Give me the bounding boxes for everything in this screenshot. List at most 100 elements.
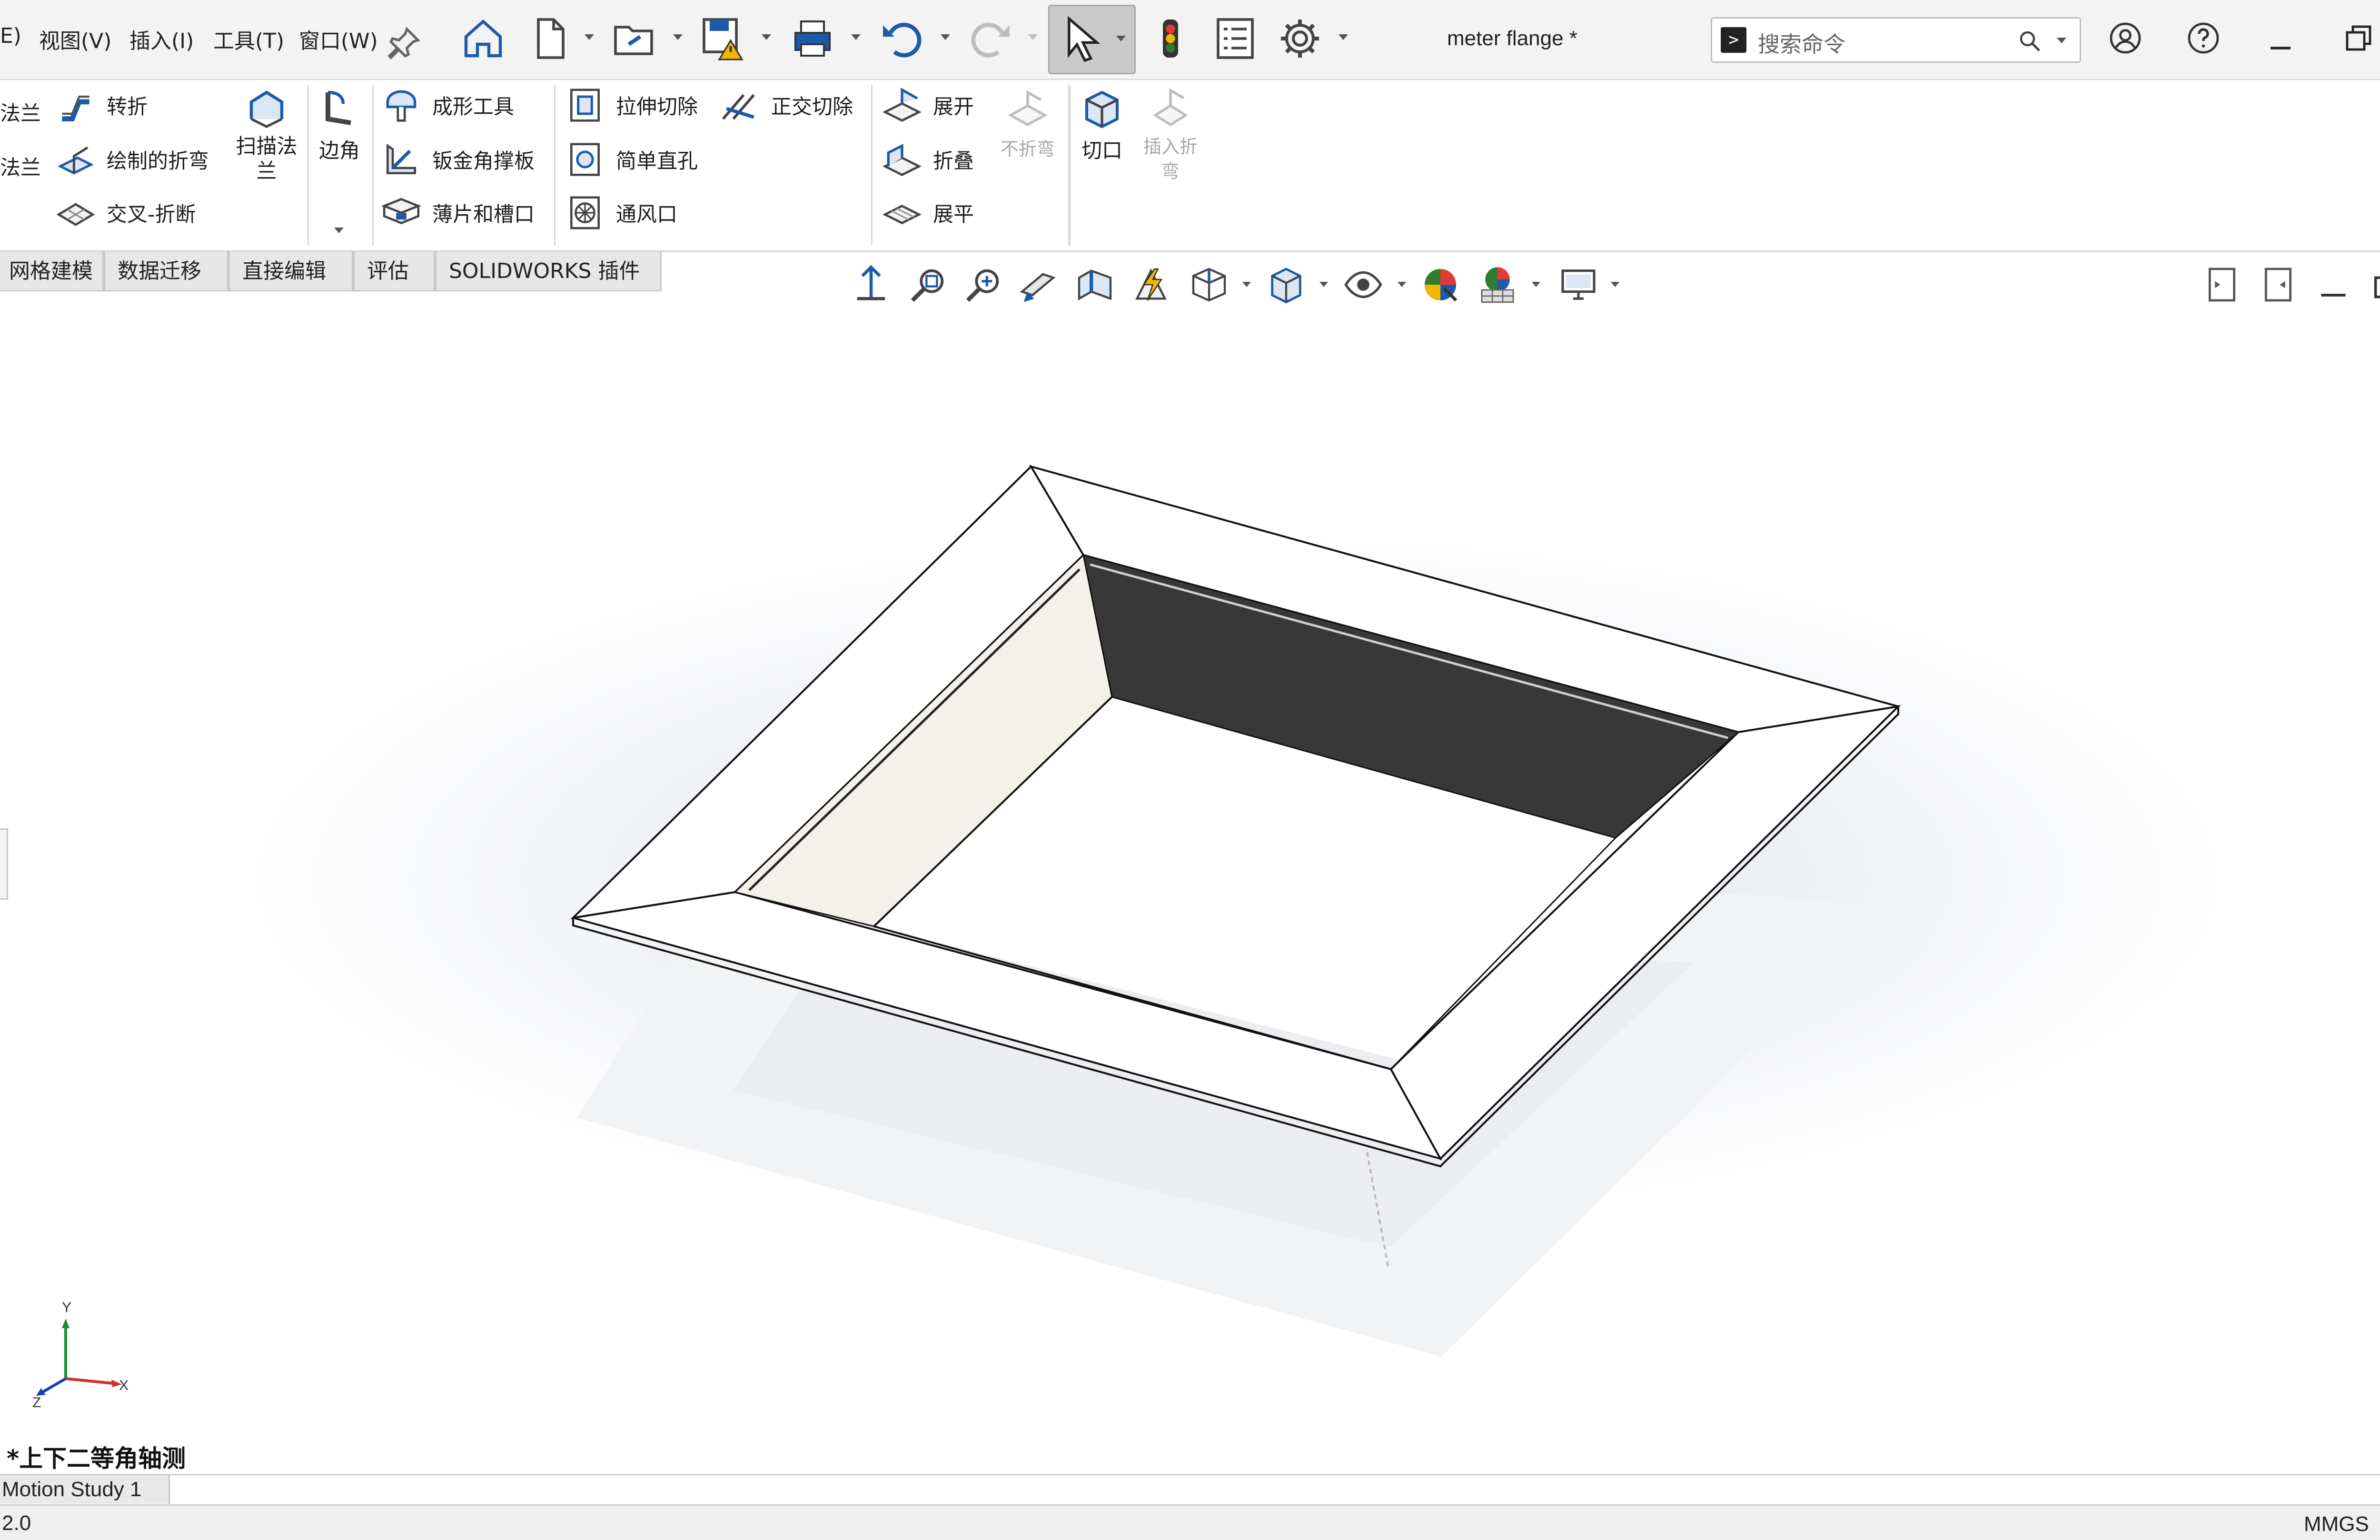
menu-insert[interactable]: 插入(I): [129, 24, 194, 54]
restore-window-icon[interactable]: [2332, 14, 2380, 62]
no-bends-button: 不折弯: [992, 85, 1063, 160]
chevron-down-icon[interactable]: [2057, 38, 2066, 43]
cross-break-button[interactable]: 交叉-折断: [55, 192, 196, 233]
chevron-down-icon[interactable]: [941, 34, 950, 40]
chevron-down-icon[interactable]: [1319, 282, 1328, 287]
tab-direct-editing[interactable]: 直接编辑: [228, 251, 353, 291]
unfold-label: 展开: [933, 95, 974, 119]
vent-icon: [570, 196, 600, 229]
save-warning-icon[interactable]: [697, 12, 749, 65]
sheet-metal-gusset-icon: [387, 143, 416, 174]
menu-view[interactable]: 视图(V): [39, 24, 111, 54]
view-orientation-label: *上下二等角轴测: [7, 1445, 186, 1472]
gear-icon[interactable]: [1274, 12, 1326, 65]
triad-z-label: Z: [32, 1395, 41, 1409]
tab-and-slot-icon: [381, 198, 422, 225]
fold-button[interactable]: 折叠: [882, 139, 974, 180]
simple-hole-icon: [570, 143, 600, 176]
tab-and-slot-button[interactable]: 薄片和槽口: [381, 192, 535, 233]
print-icon[interactable]: [786, 12, 839, 65]
chevron-down-icon[interactable]: [1242, 282, 1251, 287]
chevron-down-icon[interactable]: [1611, 282, 1619, 287]
forming-tool-button[interactable]: 成形工具: [381, 85, 514, 126]
normal-cut-icon: [722, 94, 755, 120]
forming-tool-icon: [386, 90, 416, 122]
chevron-down-icon[interactable]: [1116, 36, 1126, 41]
insert-bends-icon: [1153, 88, 1188, 127]
cross-break-label: 交叉-折断: [107, 203, 196, 227]
triad-y-label: Y: [62, 1300, 71, 1315]
pin-icon[interactable]: [385, 17, 423, 70]
title-bar: E) 视图(V) 插入(I) 工具(T) 窗口(W) meter flange …: [0, 0, 2380, 80]
search-input-placeholder: 搜索命令: [1758, 31, 1845, 57]
tab-solidworks-addins[interactable]: SOLIDWORKS 插件: [435, 251, 662, 291]
tab-mesh-modeling[interactable]: 网格建模: [0, 251, 104, 291]
minimize-window-icon[interactable]: [2254, 14, 2307, 62]
normal-cut-label: 正交切除: [771, 95, 853, 119]
flange-3d-model[interactable]: [0, 293, 2380, 1474]
chevron-down-icon[interactable]: [1339, 34, 1348, 40]
no-bends-label: 不折弯: [1000, 139, 1055, 159]
sketched-bend-icon: [58, 146, 94, 175]
edge-flange-button[interactable]: 法兰: [0, 97, 41, 127]
edge-flange-label: 法兰: [0, 102, 41, 126]
unit-system-selector[interactable]: MMGS: [2304, 1512, 2369, 1536]
command-manager-ribbon: 法兰 法兰 转折 绘制的折弯 交叉-折断 扫描法兰 边角 成形工具 钣金角撑板 …: [0, 80, 2380, 252]
chevron-down-icon[interactable]: [673, 34, 683, 40]
vent-label: 通风口: [616, 203, 677, 227]
tab-and-slot-label: 薄片和槽口: [432, 203, 535, 227]
chevron-down-icon[interactable]: [1398, 282, 1406, 287]
search-icon[interactable]: [2017, 28, 2043, 54]
undo-icon[interactable]: [876, 12, 928, 65]
normal-cut-button[interactable]: 正交切除: [720, 85, 853, 126]
home-icon[interactable]: [457, 12, 509, 65]
miter-flange-button[interactable]: 法兰: [0, 151, 41, 181]
cross-break-icon: [56, 203, 95, 226]
menu-tools[interactable]: 工具(T): [213, 24, 284, 54]
simple-hole-label: 简单直孔: [616, 149, 698, 173]
extruded-cut-icon: [570, 89, 600, 122]
tab-data-migration[interactable]: 数据迁移: [104, 251, 228, 291]
rebuild-traffic-light-icon[interactable]: [1144, 12, 1197, 65]
new-document-icon[interactable]: [524, 12, 576, 65]
chevron-down-icon: [1028, 34, 1038, 40]
vent-button[interactable]: 通风口: [565, 192, 677, 233]
triad-y-arrow: [62, 1319, 69, 1328]
chevron-down-icon[interactable]: [1532, 282, 1540, 287]
motion-study-tab[interactable]: Motion Study 1: [0, 1475, 170, 1504]
forming-tool-label: 成形工具: [432, 95, 514, 119]
chevron-down-icon[interactable]: [585, 34, 594, 40]
sketched-bend-button[interactable]: 绘制的折弯: [55, 139, 209, 180]
flatten-button[interactable]: 展平: [882, 192, 974, 233]
tab-evaluate[interactable]: 评估: [353, 251, 435, 291]
ribbon-separator: [307, 85, 309, 246]
chevron-down-icon[interactable]: [334, 228, 344, 233]
menu-edit[interactable]: E): [0, 24, 21, 48]
insert-bends-label: 插入折弯: [1143, 136, 1198, 182]
corners-label: 边角: [319, 139, 360, 163]
ribbon-separator: [554, 85, 555, 246]
triad-z-axis: [42, 1377, 67, 1393]
rip-button[interactable]: 切口: [1072, 85, 1132, 164]
open-folder-icon[interactable]: [608, 12, 661, 65]
unfold-button[interactable]: 展开: [882, 85, 974, 126]
chevron-down-icon[interactable]: [851, 34, 861, 40]
user-account-icon[interactable]: [2099, 14, 2152, 62]
simple-hole-button[interactable]: 简单直孔: [565, 139, 698, 180]
sheet-metal-gusset-button[interactable]: 钣金角撑板: [381, 139, 535, 180]
rip-label: 切口: [1081, 139, 1122, 163]
extruded-cut-button[interactable]: 拉伸切除: [565, 85, 698, 126]
help-icon[interactable]: [2177, 14, 2230, 62]
ribbon-separator: [372, 85, 374, 246]
extruded-cut-label: 拉伸切除: [616, 95, 698, 119]
jog-button[interactable]: 转折: [55, 85, 148, 126]
swept-flange-button[interactable]: 扫描法兰: [225, 85, 308, 184]
corners-button[interactable]: 边角: [309, 85, 369, 164]
command-prompt-icon: >: [1721, 27, 1746, 53]
sheet-metal-gusset-label: 钣金角撑板: [432, 149, 535, 173]
select-tool-button[interactable]: [1048, 5, 1136, 74]
chevron-down-icon[interactable]: [762, 34, 771, 40]
file-properties-icon[interactable]: [1209, 12, 1261, 65]
menu-window[interactable]: 窗口(W): [299, 24, 378, 54]
search-commands-box[interactable]: > 搜索命令: [1711, 17, 2081, 63]
